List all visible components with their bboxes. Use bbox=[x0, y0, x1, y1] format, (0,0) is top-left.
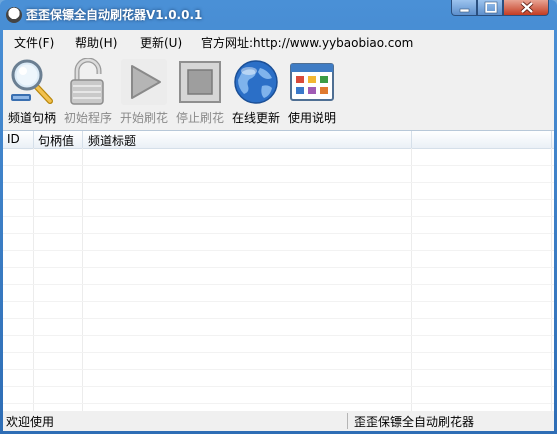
grid-line bbox=[411, 148, 412, 412]
grid-line bbox=[3, 335, 554, 336]
app-window: 歪歪保镖全自动刷花器V1.0.0.1 文件(F) 帮助(H) 更新(U) 官方网… bbox=[0, 0, 557, 434]
column-divider[interactable] bbox=[411, 131, 412, 148]
maximize-button[interactable] bbox=[477, 0, 503, 16]
grid-line bbox=[3, 352, 554, 353]
toolbar-label: 停止刷花 bbox=[175, 111, 224, 125]
column-header-handle[interactable]: 句柄值 bbox=[38, 132, 74, 149]
close-icon bbox=[520, 1, 534, 14]
channel-handle-button[interactable]: 频道句柄 bbox=[4, 58, 60, 128]
grid-line bbox=[33, 148, 34, 412]
toolbar-label: 初始程序 bbox=[63, 111, 112, 125]
toolbar-label: 频道句柄 bbox=[7, 111, 56, 125]
client-area: 文件(F) 帮助(H) 更新(U) 官方网址:http://www.yybaob… bbox=[3, 30, 554, 431]
grid-line bbox=[3, 267, 554, 268]
grid-line bbox=[3, 199, 554, 200]
window-icon bbox=[290, 63, 334, 101]
menu-file[interactable]: 文件(F) bbox=[14, 34, 54, 51]
app-logo-icon bbox=[6, 7, 22, 23]
column-divider[interactable] bbox=[82, 131, 83, 148]
play-icon bbox=[121, 59, 167, 105]
grid-line bbox=[3, 182, 554, 183]
status-bar: 欢迎使用 歪歪保镖全自动刷花器 bbox=[3, 411, 554, 431]
grid-line bbox=[3, 250, 554, 251]
close-button[interactable] bbox=[503, 0, 549, 16]
grid-line bbox=[3, 318, 554, 319]
title-bar[interactable]: 歪歪保镖全自动刷花器V1.0.0.1 bbox=[0, 0, 557, 30]
grid-line bbox=[3, 216, 554, 217]
column-divider[interactable] bbox=[551, 131, 552, 148]
column-header-id[interactable]: ID bbox=[7, 132, 20, 146]
menu-bar: 文件(F) 帮助(H) 更新(U) 官方网址:http://www.yybaob… bbox=[3, 30, 554, 52]
online-update-button[interactable]: 在线更新 bbox=[228, 58, 284, 128]
status-divider bbox=[347, 413, 348, 429]
menu-update[interactable]: 更新(U) bbox=[140, 34, 182, 51]
stop-button[interactable]: 停止刷花 bbox=[172, 58, 228, 128]
grid-line bbox=[551, 148, 552, 412]
globe-icon bbox=[234, 60, 278, 104]
grid-line bbox=[3, 386, 554, 387]
menu-website[interactable]: 官方网址:http://www.yybaobiao.com bbox=[201, 34, 413, 51]
column-header-title[interactable]: 频道标题 bbox=[88, 132, 136, 149]
column-divider[interactable] bbox=[33, 131, 34, 148]
list-header: ID 句柄值 频道标题 bbox=[3, 131, 554, 149]
toolbar: 频道句柄 初始程序 开始刷花 停止刷花 在线更新 使用说明 bbox=[3, 54, 554, 128]
status-message: 欢迎使用 bbox=[6, 415, 55, 429]
toolbar-label: 在线更新 bbox=[231, 111, 280, 125]
minimize-icon bbox=[459, 8, 470, 13]
magnifier-icon bbox=[11, 59, 53, 104]
grid-line bbox=[3, 284, 554, 285]
grid-line bbox=[3, 165, 554, 166]
grid-line bbox=[82, 148, 83, 412]
channel-list[interactable]: ID 句柄值 频道标题 bbox=[3, 130, 554, 413]
status-app-name: 歪歪保镖全自动刷花器 bbox=[354, 415, 475, 429]
instructions-button[interactable]: 使用说明 bbox=[284, 58, 340, 128]
toolbar-label: 开始刷花 bbox=[119, 111, 168, 125]
start-button[interactable]: 开始刷花 bbox=[116, 58, 172, 128]
grid-line bbox=[3, 301, 554, 302]
window-title: 歪歪保镖全自动刷花器V1.0.0.1 bbox=[26, 8, 203, 22]
grid-line bbox=[3, 403, 554, 404]
maximize-icon bbox=[484, 1, 498, 14]
toolbar-label: 使用说明 bbox=[287, 111, 336, 125]
init-program-button[interactable]: 初始程序 bbox=[60, 58, 116, 128]
padlock-icon bbox=[70, 58, 104, 105]
grid-line bbox=[3, 233, 554, 234]
stop-icon bbox=[179, 61, 221, 103]
minimize-button[interactable] bbox=[451, 0, 477, 16]
menu-help[interactable]: 帮助(H) bbox=[75, 34, 117, 51]
grid-line bbox=[3, 369, 554, 370]
